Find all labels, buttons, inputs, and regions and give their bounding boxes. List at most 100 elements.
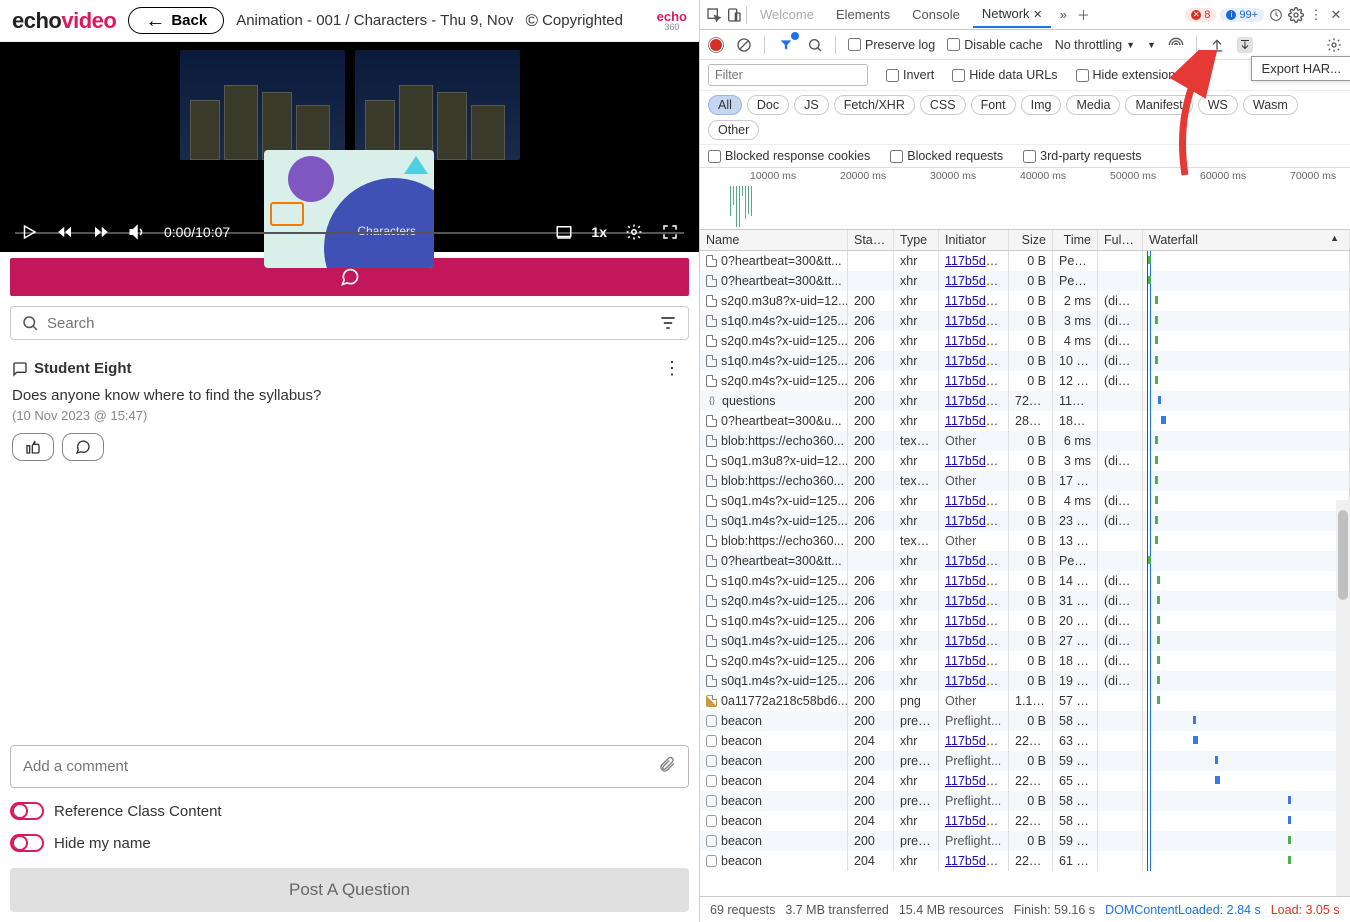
filter-chip-js[interactable]: JS — [794, 95, 829, 115]
tab-network[interactable]: Network ✕ — [973, 1, 1052, 28]
third-party-checkbox[interactable]: 3rd-party requests — [1023, 149, 1141, 163]
request-initiator[interactable]: 117b5d0... — [939, 271, 1009, 291]
thread-menu-icon[interactable]: ⋮ — [657, 358, 687, 379]
volume-icon[interactable] — [128, 223, 146, 241]
post-question-button[interactable]: Post A Question — [10, 868, 689, 912]
request-row[interactable]: beacon 200 prefl... Preflight... 0 B 58 … — [700, 711, 1350, 731]
preserve-log-checkbox[interactable]: Preserve log — [848, 38, 935, 52]
request-row[interactable]: 0?heartbeat=300&u... 200 xhr 117b5d0... … — [700, 411, 1350, 431]
request-initiator[interactable]: 117b5d0... — [939, 851, 1009, 871]
errors-badge[interactable]: ✕8 — [1185, 8, 1216, 22]
filter-chip-font[interactable]: Font — [971, 95, 1016, 115]
like-button[interactable] — [12, 433, 54, 461]
request-initiator[interactable]: Other — [939, 431, 1009, 451]
reply-button[interactable] — [62, 433, 104, 461]
col-type[interactable]: Type — [894, 230, 939, 250]
request-initiator[interactable]: Other — [939, 531, 1009, 551]
fullscreen-icon[interactable] — [661, 223, 679, 241]
layout-icon[interactable] — [555, 223, 573, 241]
performance-icon[interactable] — [1268, 7, 1284, 23]
record-button[interactable] — [708, 37, 724, 53]
col-size[interactable]: Size — [1009, 230, 1053, 250]
request-row[interactable]: 0?heartbeat=300&tt... xhr 117b5d0... 0 B… — [700, 551, 1350, 571]
close-devtools-icon[interactable]: ✕ — [1328, 7, 1344, 23]
request-initiator[interactable]: 117b5d0... — [939, 351, 1009, 371]
play-icon[interactable] — [20, 223, 38, 241]
settings-icon[interactable] — [1288, 7, 1304, 23]
request-initiator[interactable]: 117b5d0... — [939, 411, 1009, 431]
device-icon[interactable] — [726, 7, 742, 23]
col-status[interactable]: Status — [848, 230, 894, 250]
import-har-icon[interactable] — [1209, 37, 1225, 53]
request-initiator[interactable]: 117b5d0... — [939, 551, 1009, 571]
request-row[interactable]: s0q1.m4s?x-uid=125... 206 xhr 117b5d0...… — [700, 631, 1350, 651]
request-row[interactable]: blob:https://echo360... 200 text/... Oth… — [700, 471, 1350, 491]
hide-name-toggle[interactable] — [10, 834, 44, 852]
col-waterfall[interactable]: Waterfall▲ — [1143, 230, 1350, 250]
export-har-icon[interactable] — [1237, 37, 1253, 53]
col-name[interactable]: Name — [700, 230, 848, 250]
request-row[interactable]: s1q0.m4s?x-uid=125... 206 xhr 117b5d0...… — [700, 351, 1350, 371]
request-row[interactable]: s2q0.m4s?x-uid=125... 206 xhr 117b5d0...… — [700, 331, 1350, 351]
request-row[interactable]: s1q0.m4s?x-uid=125... 206 xhr 117b5d0...… — [700, 311, 1350, 331]
request-row[interactable]: beacon 200 prefl... Preflight... 0 B 58 … — [700, 791, 1350, 811]
close-icon[interactable]: ✕ — [1033, 9, 1042, 21]
speed-button[interactable]: 1x — [591, 224, 607, 240]
more-tabs-icon[interactable]: » — [1055, 7, 1071, 23]
request-initiator[interactable]: 117b5d0... — [939, 511, 1009, 531]
request-row[interactable]: s0q1.m4s?x-uid=125... 206 xhr 117b5d0...… — [700, 511, 1350, 531]
request-row[interactable]: 0a11772a218c58bd6... 200 png Other 1.1 k… — [700, 691, 1350, 711]
settings-icon[interactable] — [625, 223, 643, 241]
blocked-cookies-checkbox[interactable]: Blocked response cookies — [708, 149, 870, 163]
request-initiator[interactable]: Preflight... — [939, 831, 1009, 851]
settings-icon[interactable] — [1326, 37, 1342, 53]
request-row[interactable]: {}questions 200 xhr 117b5d0... 728 B 115… — [700, 391, 1350, 411]
attach-icon[interactable] — [658, 756, 676, 777]
tab-elements[interactable]: Elements — [827, 2, 899, 27]
request-row[interactable]: beacon 204 xhr 117b5d0... 226 B 61 ms — [700, 851, 1350, 871]
request-row[interactable]: s2q0.m4s?x-uid=125... 206 xhr 117b5d0...… — [700, 591, 1350, 611]
add-tab-icon[interactable]: ＋ — [1075, 7, 1091, 23]
col-fulfilled[interactable]: Fulfil... — [1098, 230, 1143, 250]
search-input[interactable] — [47, 315, 650, 332]
request-initiator[interactable]: Preflight... — [939, 751, 1009, 771]
request-row[interactable]: beacon 204 xhr 117b5d0... 225 B 63 ms — [700, 731, 1350, 751]
request-initiator[interactable]: 117b5d0... — [939, 631, 1009, 651]
filter-chip-wasm[interactable]: Wasm — [1243, 95, 1298, 115]
timeline-overview[interactable]: 10000 ms20000 ms30000 ms40000 ms50000 ms… — [700, 168, 1350, 230]
request-initiator[interactable]: 117b5d0... — [939, 251, 1009, 271]
request-initiator[interactable]: 117b5d0... — [939, 811, 1009, 831]
back-button[interactable]: ←Back — [128, 7, 224, 34]
video-player[interactable]: Characters 0:00/10:07 1x — [0, 42, 699, 252]
request-initiator[interactable]: 117b5d0... — [939, 311, 1009, 331]
request-row[interactable]: beacon 204 xhr 117b5d0... 226 B 58 ms — [700, 811, 1350, 831]
filter-chip-css[interactable]: CSS — [920, 95, 966, 115]
request-row[interactable]: s2q0.m3u8?x-uid=12... 200 xhr 117b5d0...… — [700, 291, 1350, 311]
request-row[interactable]: beacon 200 prefl... Preflight... 0 B 59 … — [700, 751, 1350, 771]
request-initiator[interactable]: 117b5d0... — [939, 771, 1009, 791]
request-row[interactable]: s0q1.m4s?x-uid=125... 206 xhr 117b5d0...… — [700, 671, 1350, 691]
col-time[interactable]: Time — [1053, 230, 1098, 250]
request-initiator[interactable]: Preflight... — [939, 791, 1009, 811]
filter-chip-all[interactable]: All — [708, 95, 742, 115]
tab-welcome[interactable]: Welcome — [751, 2, 823, 27]
request-initiator[interactable]: Other — [939, 691, 1009, 711]
invert-checkbox[interactable]: Invert — [886, 68, 934, 82]
request-initiator[interactable]: 117b5d0... — [939, 571, 1009, 591]
filter-chip-other[interactable]: Other — [708, 120, 759, 140]
filter-chip-ws[interactable]: WS — [1198, 95, 1238, 115]
network-conditions-icon[interactable] — [1168, 37, 1184, 53]
request-row[interactable]: 0?heartbeat=300&tt... xhr 117b5d0... 0 B… — [700, 271, 1350, 291]
request-row[interactable]: s1q0.m4s?x-uid=125... 206 xhr 117b5d0...… — [700, 571, 1350, 591]
request-initiator[interactable]: 117b5d0... — [939, 611, 1009, 631]
blocked-requests-checkbox[interactable]: Blocked requests — [890, 149, 1003, 163]
request-row[interactable]: s0q1.m3u8?x-uid=12... 200 xhr 117b5d0...… — [700, 451, 1350, 471]
reference-toggle[interactable] — [10, 802, 44, 820]
request-initiator[interactable]: 117b5d0... — [939, 651, 1009, 671]
request-row[interactable]: s2q0.m4s?x-uid=125... 206 xhr 117b5d0...… — [700, 651, 1350, 671]
filter-chip-media[interactable]: Media — [1066, 95, 1120, 115]
request-initiator[interactable]: 117b5d0... — [939, 671, 1009, 691]
comment-input[interactable] — [23, 758, 658, 775]
tab-console[interactable]: Console — [903, 2, 969, 27]
request-row[interactable]: s1q0.m4s?x-uid=125... 206 xhr 117b5d0...… — [700, 611, 1350, 631]
